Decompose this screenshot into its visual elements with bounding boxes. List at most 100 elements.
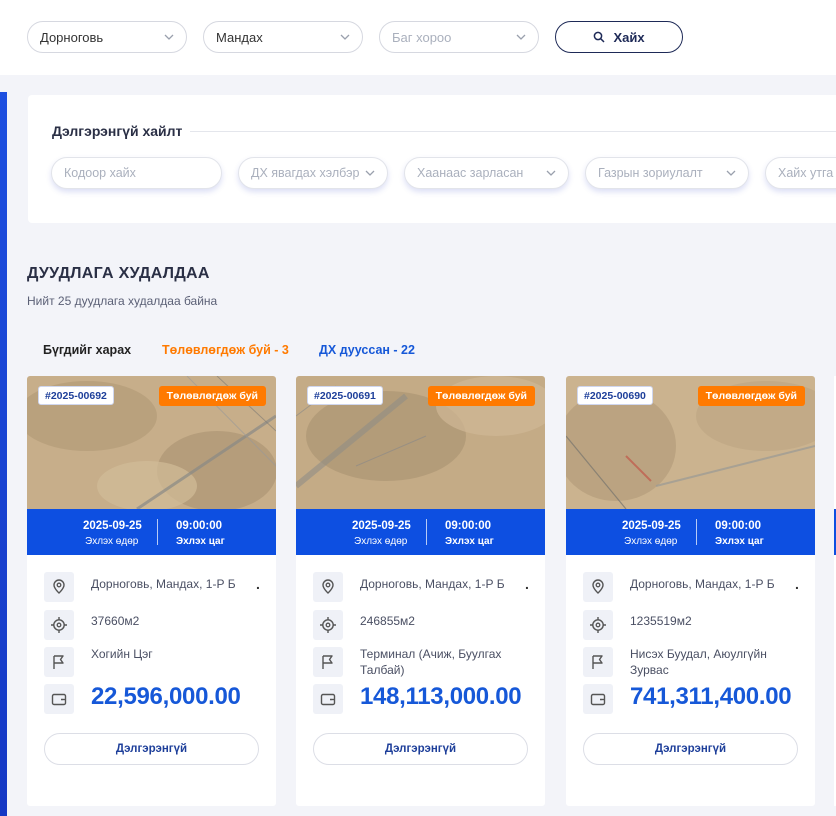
details-button[interactable]: Дэлгэрэнгүй (313, 733, 528, 765)
search-value-placeholder: Хайх утга (778, 166, 834, 180)
advanced-search-panel: Дэлгэрэнгүй хайлт Кодоор хайх ДХ явагдах… (28, 95, 836, 223)
divider (696, 519, 697, 545)
search-button-label: Хайх (613, 29, 645, 45)
price-icon-box (44, 684, 74, 714)
chevron-down-icon (365, 170, 375, 176)
location-icon-box (583, 572, 613, 602)
section-subtitle: Нийт 25 дуудлага худалдаа байна (27, 294, 218, 308)
starting-price: 148,113,000.00 (360, 683, 522, 710)
date-band: 2025-09-25 Эхлэх өдөр 09:00:00 Эхлэх цаг (27, 509, 276, 555)
area-icon-box (583, 610, 613, 640)
start-time-label: Эхлэх цаг (715, 536, 764, 547)
start-time-label: Эхлэх цаг (176, 536, 225, 547)
location-icon-box (313, 572, 343, 602)
start-date: 2025-09-25 (352, 520, 411, 532)
starting-price: 741,311,400.00 (630, 683, 792, 710)
land-purpose-text: Терминал (Ачиж, Буулгах Талбай) (360, 647, 502, 677)
start-time: 09:00:00 (176, 520, 223, 532)
auction-type-select[interactable]: ДХ явагдах хэлбэр (238, 157, 388, 189)
divider (190, 131, 836, 132)
auction-card[interactable]: #2025-00691 Төлөвлөгдөж буй 2025-09-25 Э… (296, 376, 545, 806)
tab-finished[interactable]: ДХ дууссан - 22 (319, 343, 415, 357)
land-purpose-text: Нисэх Буудал, Аюулгүйн Зурвас (630, 647, 767, 677)
area-text: 246855м2 (360, 614, 415, 628)
truncation-dot: . (256, 576, 260, 592)
auction-card[interactable]: #2025-00690 Төлөвлөгдөж буй 2025-09-25 Э… (566, 376, 815, 806)
wallet-icon (51, 693, 67, 706)
search-button[interactable]: Хайх (555, 21, 683, 53)
sum-select-value: Мандах (216, 29, 263, 45)
section-title: ДУУДЛАГА ХУДАЛДАА (27, 265, 210, 282)
price-icon-box (313, 684, 343, 714)
land-satellite-image: #2025-00690 Төлөвлөгдөж буй (566, 376, 815, 509)
status-badge: Төлөвлөгдөж буй (427, 386, 535, 406)
auction-code-badge: #2025-00690 (577, 386, 653, 405)
area-icon-box (44, 610, 74, 640)
flag-icon (322, 655, 333, 669)
location-text: Дорноговь, Мандах, 1-Р Б (360, 577, 505, 591)
start-time-label: Эхлэх цаг (445, 536, 494, 547)
advanced-search-title: Дэлгэрэнгүй хайлт (52, 123, 183, 139)
land-satellite-image: #2025-00691 Төлөвлөгдөж буй (296, 376, 545, 509)
tab-planned[interactable]: Төлөвлөгдөж буй - 3 (162, 343, 289, 357)
location-pin-icon (322, 579, 334, 594)
source-select[interactable]: Хаанаас зарласан (404, 157, 569, 189)
starting-price: 22,596,000.00 (91, 683, 241, 710)
flag-icon (53, 655, 64, 669)
top-filter-bar: Дорноговь Мандах Баг хороо Хайх (0, 0, 836, 75)
target-icon (590, 617, 606, 633)
flag-icon (592, 655, 603, 669)
chevron-down-icon (516, 34, 526, 40)
purpose-icon-box (313, 647, 343, 677)
divider (426, 519, 427, 545)
left-edge-strip (0, 92, 7, 816)
area-icon-box (313, 610, 343, 640)
source-placeholder: Хаанаас зарласан (417, 166, 524, 180)
location-pin-icon (53, 579, 65, 594)
wallet-icon (320, 693, 336, 706)
chevron-down-icon (164, 34, 174, 40)
area-text: 1235519м2 (630, 614, 692, 628)
status-badge: Төлөвлөгдөж буй (158, 386, 266, 406)
chevron-down-icon (726, 170, 736, 176)
target-icon (51, 617, 67, 633)
location-text: Дорноговь, Мандах, 1-Р Б (630, 577, 775, 591)
wallet-icon (590, 693, 606, 706)
price-icon-box (583, 684, 613, 714)
target-icon (320, 617, 336, 633)
details-button[interactable]: Дэлгэрэнгүй (44, 733, 259, 765)
date-band: 2025-09-25 Эхлэх өдөр 09:00:00 Эхлэх цаг (296, 509, 545, 555)
code-search-placeholder: Кодоор хайх (64, 166, 136, 180)
search-value-input[interactable]: Хайх утга (765, 157, 836, 189)
date-band: 2025-09-25 Эхлэх өдөр 09:00:00 Эхлэх цаг (566, 509, 815, 555)
truncation-dot: . (525, 576, 529, 592)
land-purpose-placeholder: Газрын зориулалт (598, 166, 703, 180)
start-date-label: Эхлэх өдөр (85, 536, 139, 547)
sum-select[interactable]: Мандах (203, 21, 363, 53)
search-icon (594, 31, 605, 43)
truncation-dot: . (795, 576, 799, 592)
land-purpose-text: Хогийн Цэг (91, 647, 153, 661)
auction-code-badge: #2025-00692 (38, 386, 114, 405)
start-date: 2025-09-25 (622, 520, 681, 532)
area-text: 37660м2 (91, 614, 140, 628)
start-date-label: Эхлэх өдөр (624, 536, 678, 547)
purpose-icon-box (583, 647, 613, 677)
auction-card[interactable]: #2025-00692 Төлөвлөгдөж буй 2025-09-25 Э… (27, 376, 276, 806)
code-search-input[interactable]: Кодоор хайх (51, 157, 222, 189)
bag-select[interactable]: Баг хороо (379, 21, 539, 53)
aimag-select-value: Дорноговь (40, 29, 104, 45)
start-time: 09:00:00 (445, 520, 492, 532)
land-purpose-select[interactable]: Газрын зориулалт (585, 157, 749, 189)
details-button[interactable]: Дэлгэрэнгүй (583, 733, 798, 765)
tab-all[interactable]: Бүгдийг харах (43, 343, 131, 357)
auction-type-placeholder: ДХ явагдах хэлбэр (251, 166, 360, 180)
location-pin-icon (592, 579, 604, 594)
aimag-select[interactable]: Дорноговь (27, 21, 187, 53)
land-satellite-image: #2025-00692 Төлөвлөгдөж буй (27, 376, 276, 509)
start-date: 2025-09-25 (83, 520, 142, 532)
purpose-icon-box (44, 647, 74, 677)
status-badge: Төлөвлөгдөж буй (697, 386, 805, 406)
auction-code-badge: #2025-00691 (307, 386, 383, 405)
start-date-label: Эхлэх өдөр (354, 536, 408, 547)
